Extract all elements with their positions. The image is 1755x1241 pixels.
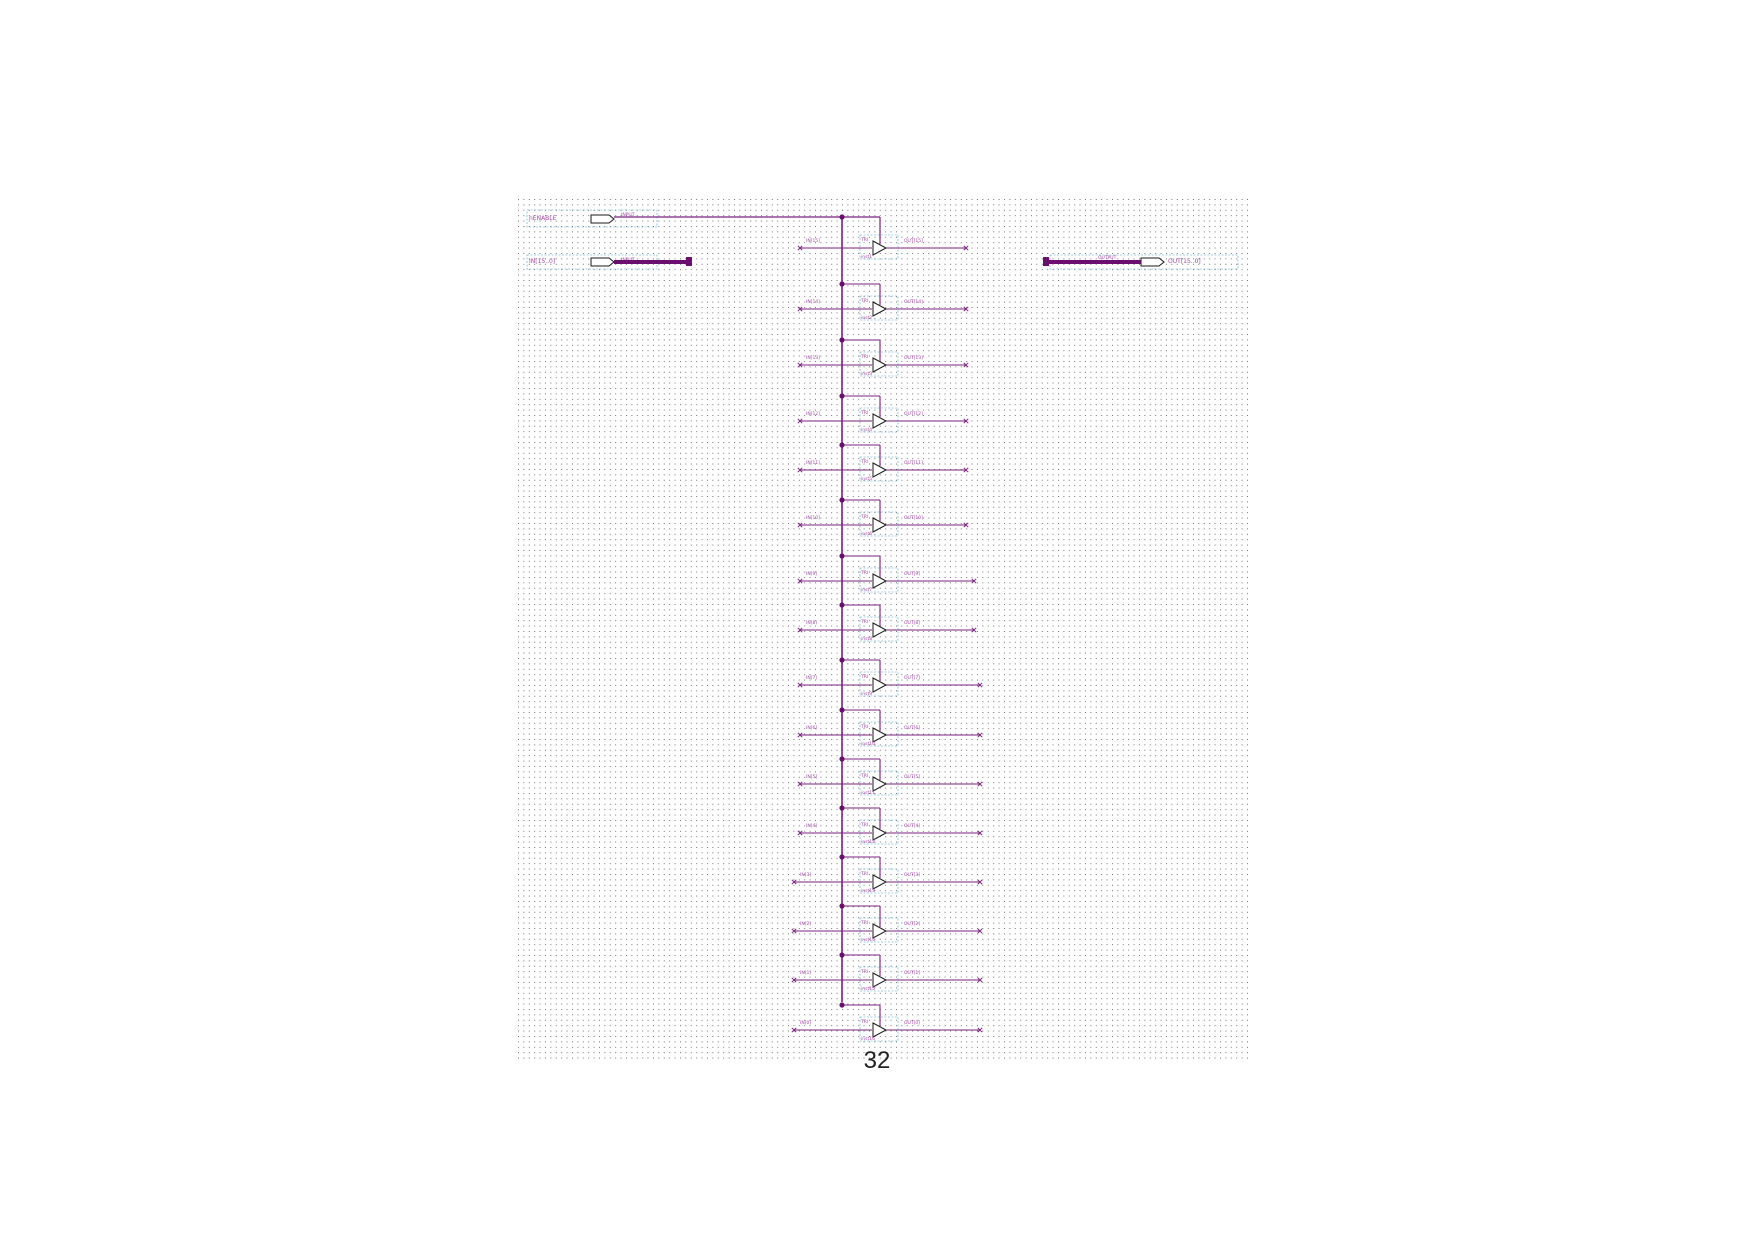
output-net-label: OUT[13] [904,355,923,361]
schematic-sheet: nENABLE INPUT IN[15..0] INPUT OUT[15..0]… [518,199,1250,1074]
output-net-label: OUT[5] [904,774,920,780]
buffer-instance-label: inst12 [861,839,875,845]
buffer-instance-label: inst5 [861,476,872,482]
buffer-type-label: TRI [860,514,868,520]
junction-dot [839,952,845,958]
junction-dot [839,1002,845,1008]
junction-dot [839,903,845,909]
output-net-label: OUT[11] [904,460,923,466]
output-net-label: OUT[4] [904,823,920,829]
junction-dot [839,214,845,220]
buffer-type-label: TRI [860,871,868,877]
buffer-instance-label: inst2 [861,315,872,321]
junction-dot [839,393,845,399]
buffer-instance-label: inst3 [861,371,872,377]
buffer-type-label: TRI [860,570,868,576]
buffer-type-label: TRI [860,1019,868,1025]
junction-dot [839,497,845,503]
input-net-label: IN[12] [806,411,820,417]
bus-end-marker [686,257,692,266]
output-net-label: OUT[6] [904,725,920,731]
input-net-label: IN[3] [800,872,811,878]
output-net-label: OUT[9] [904,571,920,577]
buffer-type-label: TRI [860,237,868,243]
junction-dot [839,657,845,663]
buffer-type-label: TRI [860,724,868,730]
input-net-label: IN[1] [800,970,811,976]
buffer-instance-label: inst13 [861,888,875,894]
output-net-label: OUT[8] [904,620,920,626]
data-output-pin-name: OUT[15..0] [1168,258,1201,265]
input-net-label: IN[11] [806,460,820,466]
input-pin-icon [590,214,615,224]
page-number: 32 [864,1047,891,1074]
input-net-label: IN[7] [806,675,817,681]
input-net-label: IN[0] [800,1020,811,1026]
data-input-pin-name: IN[15..0] [529,258,555,265]
output-net-label: OUT[10] [904,515,923,521]
buffer-instance-label: inst8 [861,636,872,642]
junction-dot [839,707,845,713]
junction-dot [839,602,845,608]
input-net-label: IN[8] [806,620,817,626]
buffer-instance-label: inst14 [861,937,875,943]
input-net-label: IN[10] [806,515,820,521]
junction-dot [839,854,845,860]
output-net-label: OUT[3] [904,872,920,878]
output-net-label: OUT[15] [904,238,923,244]
output-net-label: OUT[12] [904,411,923,417]
input-net-label: IN[13] [806,355,820,361]
buffer-instance-label: inst4 [861,427,872,433]
buffer-instance-label: inst10 [861,741,875,747]
input-net-label: IN[2] [800,921,811,927]
bus-end-marker [1043,257,1049,266]
junction-dot [839,337,845,343]
buffer-type-label: TRI [860,619,868,625]
input-net-label: IN[9] [806,571,817,577]
buffer-type-label: TRI [860,674,868,680]
buffer-type-label: TRI [860,354,868,360]
input-net-label: IN[5] [806,774,817,780]
output-net-label: OUT[7] [904,675,920,681]
buffer-type-label: TRI [860,822,868,828]
buffer-type-label: TRI [860,298,868,304]
buffer-instance-label: inst6 [861,531,872,537]
buffer-type-label: TRI [860,773,868,779]
input-net-label: IN[4] [806,823,817,829]
input-pin-icon [590,257,615,267]
buffer-type-label: TRI [860,920,868,926]
buffer-instance-label: inst7 [861,587,872,593]
output-net-label: OUT[1] [904,970,920,976]
input-net-label: IN[15] [806,238,820,244]
output-net-label: OUT[0] [904,1020,920,1026]
buffer-instance-label: inst16 [861,1036,875,1042]
input-net-label: IN[14] [806,299,820,305]
buffer-instance-label: inst1 [861,254,872,260]
output-pin-icon [1140,257,1165,267]
junction-dot [839,805,845,811]
buffer-type-label: TRI [860,410,868,416]
enable-input-pin-name: nENABLE [529,215,557,222]
junction-dot [839,281,845,287]
junction-dot [839,442,845,448]
buffer-type-label: TRI [860,969,868,975]
junction-dot [839,553,845,559]
junction-dot [839,756,845,762]
buffer-instance-label: inst11 [861,790,875,796]
buffer-instance-label: inst15 [861,986,875,992]
buffer-instance-label: inst9 [861,691,872,697]
input-net-label: IN[6] [806,725,817,731]
output-net-label: OUT[2] [904,921,920,927]
output-net-label: OUT[14] [904,299,923,305]
buffer-type-label: TRI [860,459,868,465]
